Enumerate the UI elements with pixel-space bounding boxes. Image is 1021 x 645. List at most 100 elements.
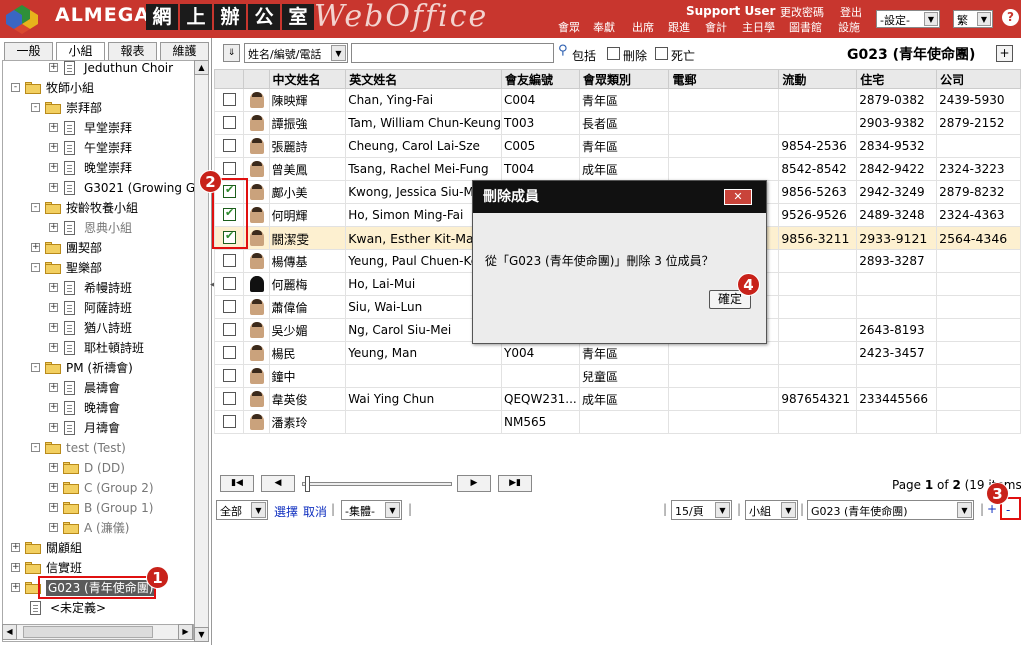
tree-node[interactable]: + 晚堂崇拜 [3,158,193,178]
tree-node[interactable]: + G3021 (Growing Gro [3,178,194,198]
tree-node[interactable]: + B (Group 1) [3,498,193,518]
row-checkbox[interactable] [223,300,236,313]
tree-node[interactable]: + 晨禱會 [3,378,193,398]
select-link[interactable]: 選擇 [274,503,298,520]
avatar[interactable] [250,391,265,407]
expand-icon[interactable]: + [49,343,58,352]
tab-maintenance[interactable]: 維護 [160,42,209,61]
download-icon[interactable]: ⇓ [223,44,240,62]
tree-node[interactable]: + 關顧組 [3,538,193,558]
tree-node[interactable]: + Jeduthun Choir [3,61,193,78]
expand-icon[interactable]: + [49,63,58,72]
collapse-icon[interactable]: - [31,363,40,372]
table-row[interactable]: 陳映輝 Chan, Ying-Fai C004 青年區 2879-0382 2439-59… [214,88,1021,112]
scroll-down-icon[interactable]: ▼ [194,627,209,642]
column-header[interactable]: 中文姓名 [268,69,347,89]
avatar[interactable] [250,161,265,177]
expand-icon[interactable]: + [49,283,58,292]
table-row[interactable]: 潘素玲 NM565 [214,410,1021,434]
table-row[interactable]: 韋英俊 Wai Ying Chun QEQW231... 成年區 987654321 23… [214,387,1021,411]
tree-node[interactable]: <未定義> [3,598,193,618]
expand-icon[interactable]: + [49,183,58,192]
tree-node[interactable]: - PM (祈禱會) [3,358,193,378]
column-header[interactable]: 會眾類別 [578,69,670,89]
table-row[interactable]: 譚振強 Tam, William Chun-Keung T003 長者區 2903-93… [214,111,1021,135]
column-header[interactable]: 會友編號 [501,69,580,89]
search-icon[interactable]: ⚲ [558,43,568,58]
expand-icon[interactable]: + [49,503,58,512]
menu-item-accounting[interactable]: 會計 [705,19,727,35]
next-page-icon[interactable]: ▶ [457,475,491,492]
tree-node[interactable]: - 按齡牧養小組 [3,198,193,218]
menu-item-followup[interactable]: 跟進 [668,19,690,35]
per-page-select[interactable]: 15/頁 ▼ [671,500,732,520]
table-row[interactable]: 張麗詩 Cheung, Carol Lai-Sze C005 青年區 9854-2536… [214,134,1021,158]
column-header[interactable]: 住宅 [856,69,938,89]
expand-icon[interactable]: + [49,163,58,172]
row-checkbox[interactable] [223,93,236,106]
expand-icon[interactable]: + [49,323,58,332]
column-header[interactable]: 流動 [778,69,858,89]
tree-node[interactable]: - test (Test) [3,438,193,458]
tree-node[interactable]: + 午堂崇拜 [3,138,193,158]
row-checkbox[interactable] [223,369,236,382]
row-checkbox[interactable] [223,162,236,175]
row-checkbox[interactable] [223,346,236,359]
tree-node[interactable]: + 晚禱會 [3,398,193,418]
tree-node[interactable]: + A (濂儀) [3,518,193,538]
collapse-icon[interactable]: - [31,103,40,112]
tree-node[interactable]: + 團契部 [3,238,193,258]
tree-node[interactable]: + 恩典小組 [3,218,193,238]
avatar[interactable] [250,115,265,131]
tab-groups[interactable]: 小組 [56,42,105,61]
expand-icon[interactable]: + [49,143,58,152]
avatar[interactable] [250,299,265,315]
row-checkbox[interactable] [223,116,236,129]
tree-horizontal-scrollbar[interactable]: ◀ ▶ [2,624,194,640]
row-checkbox[interactable] [223,254,236,267]
close-icon[interactable]: ✕ [724,189,752,205]
change-password-link[interactable]: 更改密碼 [780,4,824,20]
expand-icon[interactable]: + [49,303,58,312]
add-member-button[interactable]: + [996,45,1013,62]
avatar[interactable] [250,414,265,430]
tree-node[interactable]: + D (DD) [3,458,193,478]
avatar[interactable] [250,345,265,361]
scope-select[interactable]: 全部 ▼ [216,500,268,520]
menu-item-attendance[interactable]: 出席 [632,19,654,35]
tree-node[interactable]: - 崇拜部 [3,98,193,118]
first-page-icon[interactable]: ▮◀ [220,475,254,492]
search-input[interactable] [351,43,554,63]
avatar[interactable] [250,230,265,246]
table-row[interactable]: 楊民 Yeung, Man Y004 青年區 2423-3457 [214,341,1021,365]
tree-node[interactable]: + 早堂崇拜 [3,118,193,138]
bulk-action-select[interactable]: -集體- ▼ [341,500,402,520]
menu-item-members[interactable]: 會眾 [558,19,580,35]
expand-icon[interactable]: + [49,403,58,412]
tree-node[interactable]: + 阿薩詩班 [3,298,193,318]
collapse-icon[interactable]: - [31,263,40,272]
expand-icon[interactable]: + [49,123,58,132]
tree-node[interactable]: - 牧師小組 [3,78,193,98]
avatar[interactable] [250,92,265,108]
tab-reports[interactable]: 報表 [108,42,157,61]
collapse-icon[interactable]: - [31,203,40,212]
row-checkbox[interactable] [223,415,236,428]
column-header[interactable]: 英文姓名 [345,69,503,89]
menu-item-library[interactable]: 圖書館 [789,19,822,35]
expand-icon[interactable]: + [11,563,20,572]
row-checkbox[interactable] [223,323,236,336]
expand-icon[interactable]: + [31,243,40,252]
search-field-select[interactable]: 姓名/編號/電話 ▼ [244,43,348,63]
group-type-select[interactable]: 小組 ▼ [745,500,798,520]
cancel-link[interactable]: 取消 [303,503,327,520]
avatar[interactable] [250,322,265,338]
expand-icon[interactable]: + [49,483,58,492]
tree-node[interactable]: + 猶八詩班 [3,318,193,338]
collapse-icon[interactable]: - [31,443,40,452]
scroll-right-icon[interactable]: ▶ [178,624,193,640]
deleted-checkbox[interactable] [607,47,620,60]
avatar[interactable] [250,184,265,200]
expand-icon[interactable]: + [49,463,58,472]
avatar[interactable] [250,253,265,269]
